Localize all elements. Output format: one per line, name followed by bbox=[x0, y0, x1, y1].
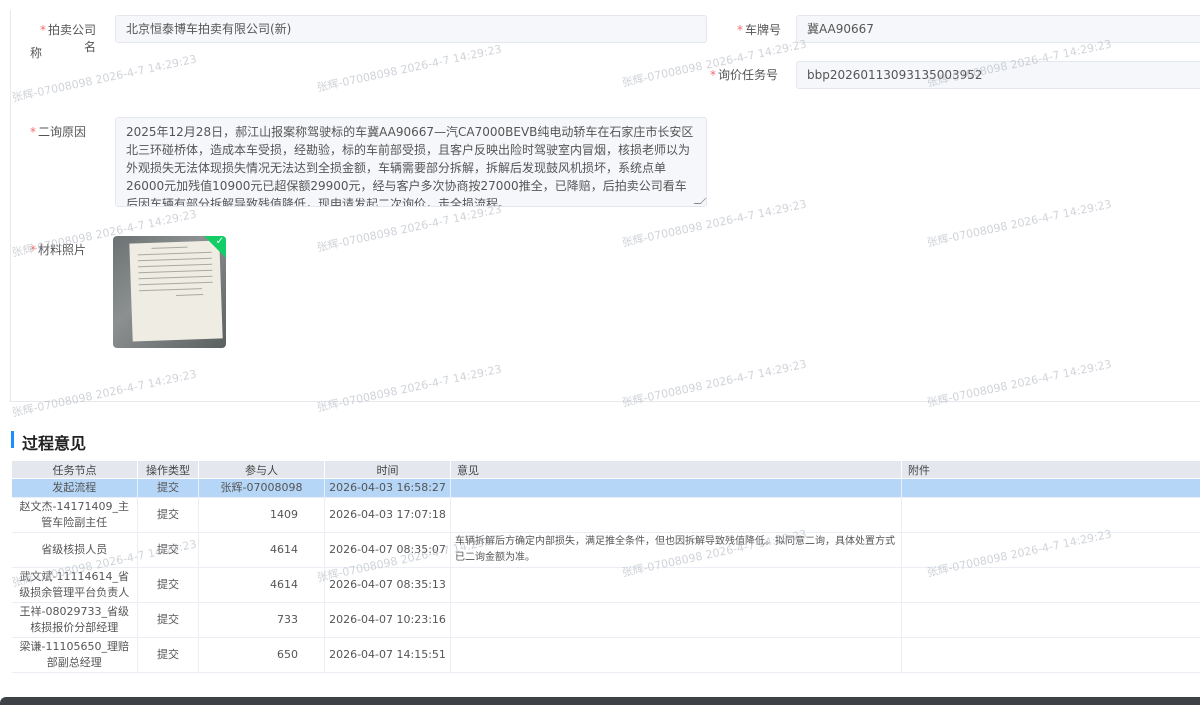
cell-person: 650 bbox=[198, 637, 325, 673]
cell-node: 武文斌-11114614_省级损余管理平台负责人 bbox=[11, 567, 138, 603]
table-row[interactable]: 梁谦-11105650_理赔部副总经理 提交 650 2026-04-07 14… bbox=[11, 637, 1200, 673]
table-row[interactable]: 发起流程 提交 张辉-07008098 2026-04-03 16:58:27 bbox=[11, 478, 1200, 498]
cell-opinion bbox=[450, 602, 902, 638]
cell-time: 2026-04-03 17:07:18 bbox=[324, 497, 451, 533]
cell-time: 2026-04-07 14:15:51 bbox=[324, 637, 451, 673]
cell-opinion: 车辆拆解后方确定内部损失，满足推全条件，但也因拆解导致残值降低。拟同意二询，具体… bbox=[450, 532, 902, 568]
cell-attachment[interactable] bbox=[901, 602, 1200, 638]
cell-node: 赵文杰-14171409_主管车险副主任 bbox=[11, 497, 138, 533]
inquiry-task-field[interactable]: bbp20260113093135003952 bbox=[796, 61, 1200, 89]
col-header-opinion: 意见 bbox=[450, 460, 902, 479]
cell-op: 提交 bbox=[137, 637, 199, 673]
section-accent-bar bbox=[11, 431, 14, 448]
window-bottom-bar bbox=[0, 697, 1200, 705]
section-title: 过程意见 bbox=[22, 434, 87, 453]
col-header-node: 任务节点 bbox=[11, 460, 138, 479]
table-row[interactable]: 王祥-08029733_省级核损报价分部经理 提交 733 2026-04-07… bbox=[11, 602, 1200, 638]
cell-time: 2026-04-03 16:58:27 bbox=[324, 478, 451, 498]
cell-time: 2026-04-07 08:35:07 bbox=[324, 532, 451, 568]
col-header-attachment: 附件 bbox=[901, 460, 1200, 479]
cell-node: 发起流程 bbox=[11, 478, 138, 498]
cell-op: 提交 bbox=[137, 532, 199, 568]
cell-attachment[interactable] bbox=[901, 478, 1200, 498]
resize-handle-icon[interactable] bbox=[693, 197, 706, 204]
cell-node: 梁谦-11105650_理赔部副总经理 bbox=[11, 637, 138, 673]
material-photo-thumbnail[interactable]: ✓ bbox=[113, 236, 226, 348]
reason-textarea[interactable]: 2025年12月28日，郝江山报案称驾驶标的车冀AA90667—汽CA7000B… bbox=[115, 117, 707, 207]
plate-number-field[interactable]: 冀AA90667 bbox=[796, 15, 1200, 43]
cell-time: 2026-04-07 08:35:13 bbox=[324, 567, 451, 603]
cell-attachment[interactable] bbox=[901, 567, 1200, 603]
plate-number-label: * 车牌号 bbox=[736, 23, 781, 37]
col-header-person: 参与人 bbox=[198, 460, 325, 479]
col-header-op: 操作类型 bbox=[137, 460, 199, 479]
cell-opinion bbox=[450, 567, 902, 603]
cell-person: 4614 bbox=[198, 567, 325, 603]
cell-person: 4614 bbox=[198, 532, 325, 568]
table-row[interactable]: 武文斌-11114614_省级损余管理平台负责人 提交 4614 2026-04… bbox=[11, 567, 1200, 603]
col-header-time: 时间 bbox=[324, 460, 451, 479]
cell-op: 提交 bbox=[137, 478, 199, 498]
cell-attachment[interactable] bbox=[901, 532, 1200, 568]
company-name-field[interactable]: 北京恒泰博车拍卖有限公司(新) bbox=[115, 15, 707, 43]
cell-person: 733 bbox=[198, 602, 325, 638]
cell-attachment[interactable] bbox=[901, 637, 1200, 673]
cell-opinion bbox=[450, 478, 902, 498]
inquiry-task-label: * 询价任务号 bbox=[709, 68, 778, 82]
table-row[interactable]: 省级核损人员 提交 4614 2026-04-07 08:35:07 车辆拆解后… bbox=[11, 532, 1200, 568]
cell-op: 提交 bbox=[137, 497, 199, 533]
cell-opinion bbox=[450, 637, 902, 673]
reason-label: * 二询原因 bbox=[29, 125, 86, 139]
table-header-row: 任务节点 操作类型 参与人 时间 意见 附件 bbox=[11, 460, 1200, 479]
cell-node: 省级核损人员 bbox=[11, 532, 138, 568]
company-name-label-wrap: 称 bbox=[30, 46, 43, 60]
reason-text: 2025年12月28日，郝江山报案称驾驶标的车冀AA90667—汽CA7000B… bbox=[126, 125, 694, 207]
cell-opinion bbox=[450, 497, 902, 533]
cell-person: 张辉-07008098 bbox=[198, 478, 325, 498]
table-row[interactable]: 赵文杰-14171409_主管车险副主任 提交 1409 2026-04-03 … bbox=[11, 497, 1200, 533]
cell-person: 1409 bbox=[198, 497, 325, 533]
check-icon: ✓ bbox=[215, 236, 224, 247]
process-opinion-table: 任务节点 操作类型 参与人 时间 意见 附件 发起流程 提交 张辉-070080… bbox=[11, 460, 1200, 673]
cell-attachment[interactable] bbox=[901, 497, 1200, 533]
photo-label: * 材料照片 bbox=[29, 243, 86, 257]
cell-op: 提交 bbox=[137, 567, 199, 603]
cell-op: 提交 bbox=[137, 602, 199, 638]
cell-time: 2026-04-07 10:23:16 bbox=[324, 602, 451, 638]
cell-node: 王祥-08029733_省级核损报价分部经理 bbox=[11, 602, 138, 638]
